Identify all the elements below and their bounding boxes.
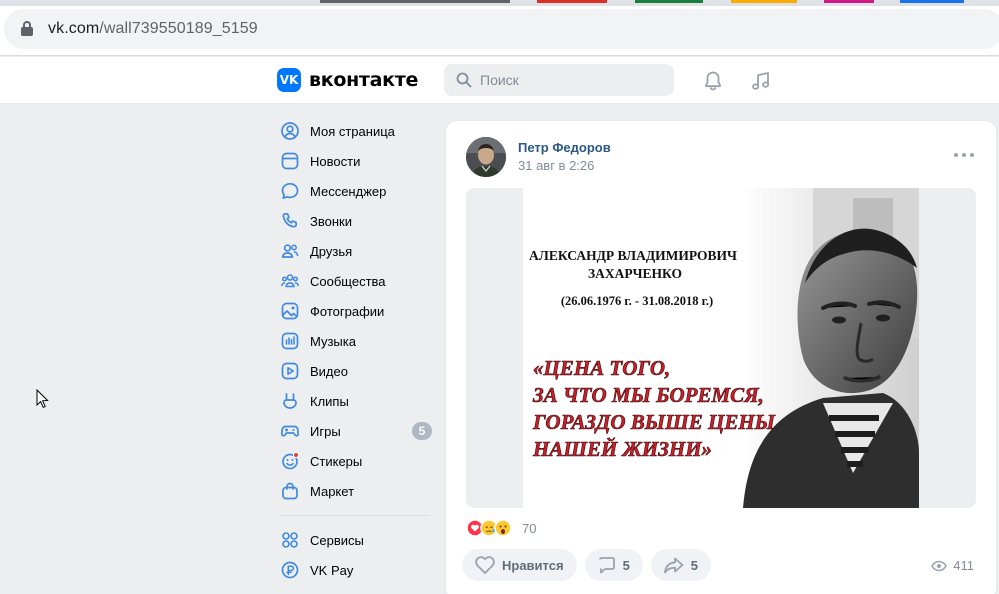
poster-quote-line1: «ЦЕНА ТОГО, <box>533 356 670 380</box>
vk-logo-text: вконтакте <box>309 69 419 91</box>
nav-divider <box>280 515 430 516</box>
comment-icon <box>598 557 615 574</box>
tab-indicator[interactable] <box>635 0 703 3</box>
nav-label: Игры <box>310 423 341 439</box>
search-box[interactable] <box>444 64 674 96</box>
music-icon <box>280 331 300 351</box>
games-count-badge: 5 <box>412 422 432 440</box>
comments-count: 5 <box>622 557 630 573</box>
share-icon <box>663 557 684 574</box>
friends-icon <box>280 241 300 261</box>
nav-item-music[interactable]: Музыка <box>280 326 432 356</box>
reaction-emojis-icon <box>466 519 512 537</box>
tab-indicator[interactable] <box>731 0 797 3</box>
phone-icon <box>280 211 300 231</box>
services-grid-icon <box>280 530 300 550</box>
gamepad-icon <box>280 421 300 441</box>
nav-label: Стикеры <box>310 453 363 469</box>
nav-item-stickers[interactable]: Стикеры <box>280 446 432 476</box>
nav-item-clips[interactable]: Клипы <box>280 386 432 416</box>
communities-icon <box>280 271 300 291</box>
music-note-icon[interactable] <box>749 69 773 93</box>
nav-label: Маркет <box>310 483 355 499</box>
nav-item-messenger[interactable]: Мессенджер <box>280 176 432 206</box>
mouse-cursor-icon <box>36 389 49 409</box>
views-count: 411 <box>953 558 974 573</box>
search-input[interactable] <box>480 72 660 88</box>
wall-post: Петр Федоров 31 авг в 2:26 АЛЕКСАНДР ВЛА… <box>445 120 997 594</box>
author-name[interactable]: Петр Федоров <box>518 140 611 155</box>
browser-toolbar: vk.com/wall739550189_5159 <box>0 6 999 56</box>
nav-label: Моя страница <box>310 123 395 139</box>
nav-label: Видео <box>310 363 348 379</box>
tab-indicator[interactable] <box>320 0 510 3</box>
video-icon <box>280 361 300 381</box>
author-avatar[interactable] <box>466 137 506 177</box>
post-actions: Нравится 5 5 <box>462 549 719 581</box>
post-image[interactable]: АЛЕКСАНДР ВЛАДИМИРОВИЧ ЗАХАРЧЕНКО (26.06… <box>466 188 976 508</box>
nav-label: Сообщества <box>310 273 386 289</box>
nav-label: Мессенджер <box>310 183 387 199</box>
address-bar[interactable]: vk.com/wall739550189_5159 <box>4 9 999 49</box>
url-text[interactable]: vk.com/wall739550189_5159 <box>48 20 258 38</box>
eye-icon <box>931 560 948 571</box>
heart-icon <box>475 556 495 574</box>
poster-name-line1: АЛЕКСАНДР ВЛАДИМИРОВИЧ <box>529 248 737 263</box>
message-bubble-icon <box>280 181 300 201</box>
nav-item-market[interactable]: Маркет <box>280 476 432 506</box>
poster-quote-line4: НАШЕЙ ЖИЗНИ» <box>532 437 712 461</box>
post-timestamp[interactable]: 31 авг в 2:26 <box>518 158 594 173</box>
reactions-count: 70 <box>522 520 537 536</box>
clips-icon <box>280 391 300 411</box>
poster-dates: (26.06.1976 г. - 31.08.2018 г.) <box>561 294 713 308</box>
memorial-poster: АЛЕКСАНДР ВЛАДИМИРОВИЧ ЗАХАРЧЕНКО (26.06… <box>523 188 919 508</box>
nav-item-calls[interactable]: Звонки <box>280 206 432 236</box>
newsfeed-icon <box>280 151 300 171</box>
market-bag-icon <box>280 481 300 501</box>
poster-name-line2: ЗАХАРЧЕНКО <box>588 266 682 281</box>
vkpay-icon <box>280 560 300 580</box>
nav-label: VK Pay <box>310 562 354 578</box>
nav-item-services[interactable]: Сервисы <box>280 525 432 555</box>
comment-button[interactable]: 5 <box>584 549 643 581</box>
nav-label: Новости <box>310 153 361 169</box>
nav-item-my-page[interactable]: Моя страница <box>280 116 432 146</box>
reactions-summary[interactable]: 70 <box>466 519 536 537</box>
search-icon <box>456 72 472 88</box>
share-button[interactable]: 5 <box>650 549 712 581</box>
nav-label: Друзья <box>310 243 353 259</box>
nav-item-friends[interactable]: Друзья <box>280 236 432 266</box>
views-counter: 411 <box>931 558 974 573</box>
nav-label: Фотографии <box>310 303 385 319</box>
poster-quote-line2: ЗА ЧТО МЫ БОРЕМСЯ, <box>532 383 764 407</box>
nav-item-video[interactable]: Видео <box>280 356 432 386</box>
nav-label: Звонки <box>310 213 352 229</box>
vk-logo[interactable]: VK вконтакте <box>277 68 418 92</box>
left-nav: Моя страница Новости Мессенджер Звонки Д… <box>280 116 432 585</box>
tab-indicator[interactable] <box>537 0 607 3</box>
nav-item-games[interactable]: Игры 5 <box>280 416 432 446</box>
nav-label: Сервисы <box>310 532 364 548</box>
tab-indicator[interactable] <box>900 0 964 3</box>
poster-quote-line3: ГОРАЗДО ВЫШЕ ЦЕНЫ <box>532 410 776 434</box>
vk-header: VK вконтакте <box>0 57 999 104</box>
nav-label: Клипы <box>310 393 349 409</box>
sticker-icon <box>280 451 300 471</box>
poster-graphic: АЛЕКСАНДР ВЛАДИМИРОВИЧ ЗАХАРЧЕНКО (26.06… <box>523 188 919 508</box>
user-circle-icon <box>280 121 300 141</box>
nav-item-photos[interactable]: Фотографии <box>280 296 432 326</box>
shares-count: 5 <box>690 557 699 573</box>
nav-item-vkpay[interactable]: VK Pay <box>280 555 432 585</box>
lock-icon[interactable] <box>20 21 34 37</box>
like-label: Нравится <box>502 557 564 573</box>
vk-logo-icon: VK <box>277 68 301 92</box>
tab-indicator[interactable] <box>824 0 874 3</box>
photo-icon <box>280 301 300 321</box>
more-options-icon[interactable] <box>954 151 974 159</box>
nav-item-news[interactable]: Новости <box>280 146 432 176</box>
like-button[interactable]: Нравится <box>462 549 577 581</box>
bell-icon[interactable] <box>701 69 725 93</box>
nav-item-communities[interactable]: Сообщества <box>280 266 432 296</box>
nav-label: Музыка <box>310 333 356 349</box>
